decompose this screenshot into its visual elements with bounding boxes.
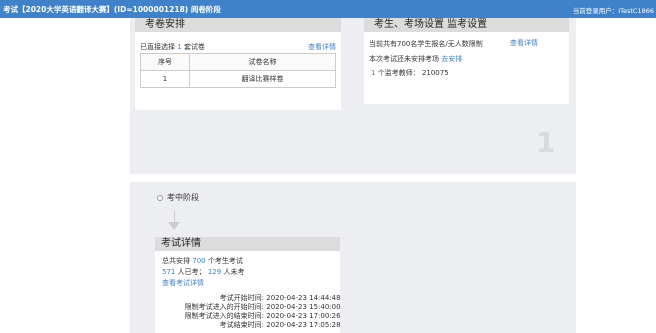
not-taken-count: 129: [207, 268, 222, 276]
selected-prefix: 已直接选择: [140, 43, 175, 51]
stage-marker-icon: [157, 195, 163, 201]
arranged-info: 总共安排 700 个考生考试: [162, 256, 243, 266]
row-index: 1: [140, 70, 190, 88]
proctor-info: 1 个监考教师： 210075: [371, 68, 449, 78]
exam-details-card: 考试详情 总共安排 700 个考生考试 571 人已考； 129 人未考 查看考…: [155, 237, 341, 333]
entry-start-time-value: 2020-04-23 15:40:00: [266, 303, 341, 311]
venue-settings-title: 考生、考场设置 监考设置: [364, 18, 569, 32]
view-exam-details-link[interactable]: 查看考试详情: [162, 278, 204, 288]
top-bar: 考试【2020大学英语翻译大赛】(ID=1000001218) 阅卷阶段 当前登…: [0, 0, 656, 18]
proctor-count: 1: [371, 69, 376, 77]
exam-start-time-value: 2020-04-23 14:44:48: [266, 294, 341, 302]
arranged-count: 700: [192, 257, 206, 265]
down-arrow-icon: [168, 222, 180, 230]
table-header-row: 序号 试卷名称: [140, 53, 336, 71]
proctor-text: 个监考教师：: [377, 69, 420, 77]
taken-text: 人已考；: [177, 268, 206, 276]
exam-end-time-value: 2020-04-23 17:05:28: [266, 321, 341, 329]
selected-papers-text: 已直接选择 1 套试卷: [140, 42, 205, 52]
exam-arrangement-view-details-link[interactable]: 查看详情: [308, 42, 336, 52]
stage-label: 考中阶段: [167, 193, 199, 202]
exam-title: 考试【2020大学英语翻译大赛】(ID=1000001218) 阅卷阶段: [3, 5, 221, 14]
not-taken-text: 人未考: [223, 268, 245, 276]
venue-settings-card: 考生、考场设置 监考设置 查看详情 当前共有700名学生报名/无人数限制 本次考…: [364, 18, 569, 104]
col-paper-name-header: 试卷名称: [189, 53, 336, 71]
exam-arrangement-card: 考卷安排 已直接选择 1 套试卷 查看详情 序号 试卷名称 1 翻译比赛样卷: [135, 18, 341, 110]
in-exam-stage: 考中阶段 考试详情 总共安排 700 个考生考试 571 人已考； 129 人未…: [130, 182, 576, 333]
exam-end-time-row: 考试结束时间: 2020-04-23 17:05:28: [155, 320, 341, 330]
attendance-info: 571 人已考； 129 人未考: [162, 267, 244, 277]
entry-end-time-value: 2020-04-23 17:00:26: [266, 312, 341, 320]
venue-status: 本次考试还未安排考场 去安排: [369, 54, 462, 64]
current-user-label: 当前登录用户：: [572, 7, 619, 15]
selected-count: 1: [177, 43, 182, 51]
current-user: 当前登录用户：ITestC1866: [573, 5, 654, 15]
venue-status-text: 本次考试还未安排考场: [369, 55, 439, 63]
papers-table: 序号 试卷名称 1 翻译比赛样卷: [140, 53, 336, 88]
row-paper-name: 翻译比赛样卷: [189, 70, 336, 88]
arranged-suffix: 个考生考试: [207, 257, 243, 265]
arrange-venue-link[interactable]: 去安排: [441, 55, 462, 63]
exam-arrangement-title: 考卷安排: [135, 18, 341, 32]
arranged-prefix: 总共安排: [162, 257, 190, 265]
pre-exam-stage: 考卷安排 已直接选择 1 套试卷 查看详情 序号 试卷名称 1 翻译比赛样卷 考…: [130, 18, 576, 174]
exam-end-time-label: 考试结束时间:: [219, 321, 264, 329]
registration-info: 当前共有700名学生报名/无人数限制: [369, 40, 483, 48]
proctor-id: 210075: [421, 69, 449, 77]
col-index-header: 序号: [140, 53, 190, 71]
table-row[interactable]: 1 翻译比赛样卷: [140, 70, 336, 88]
selected-suffix: 套试卷: [183, 43, 205, 51]
stage-number: 1: [536, 126, 556, 159]
taken-count: 571: [162, 268, 176, 276]
exam-details-title: 考试详情: [155, 237, 340, 251]
current-user-name: ITestC1866: [618, 7, 654, 15]
venue-view-details-link[interactable]: 查看详情: [510, 38, 538, 48]
